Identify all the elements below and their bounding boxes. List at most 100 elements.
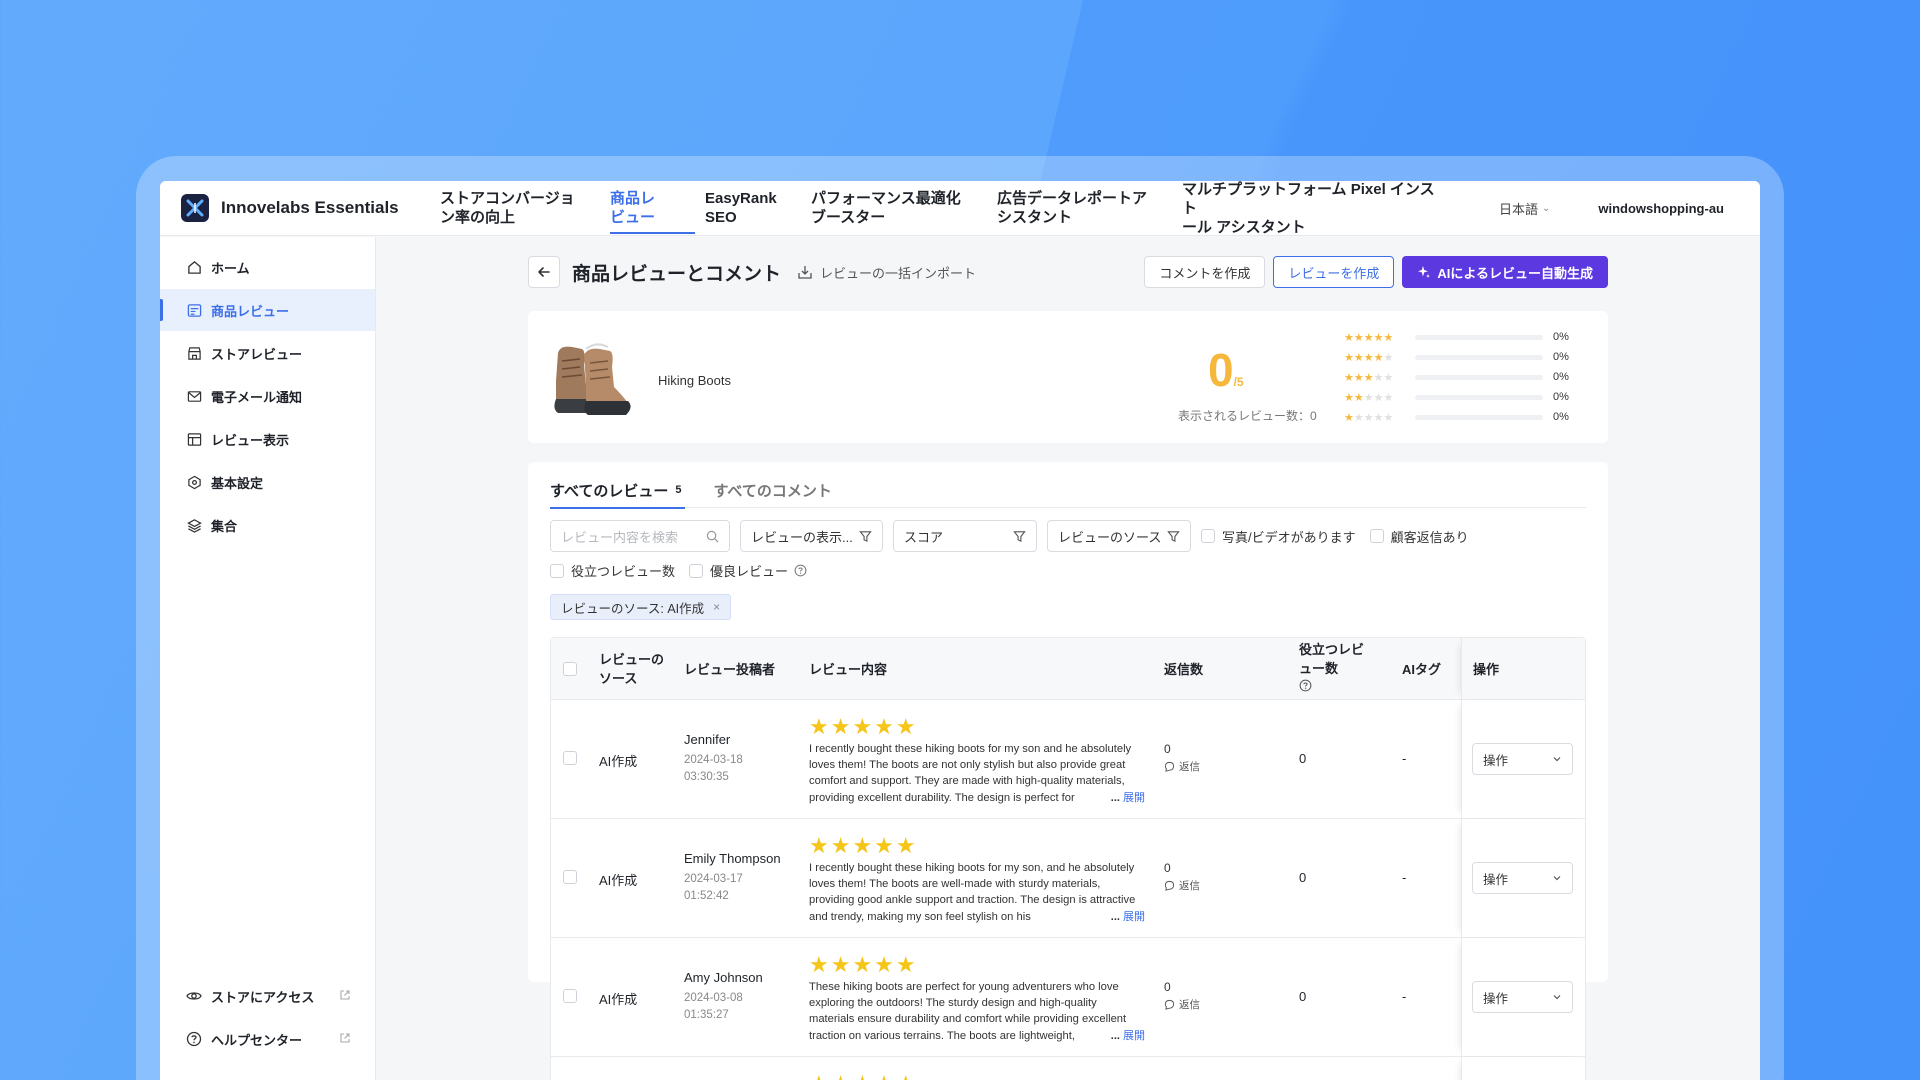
sidebar: ホーム 商品レビュー ストアレビュー 電子メール通知 レビュー表示 基本設定 集… xyxy=(160,237,376,1080)
star-rating-icon: ★★★★★ xyxy=(809,714,918,739)
ops-dropdown[interactable]: 操作 xyxy=(1472,862,1573,894)
filter-icon xyxy=(859,530,872,542)
rating-row-4: ★★★★★ 0% xyxy=(1344,347,1574,367)
tab-all-reviews[interactable]: すべてのレビュー 5 xyxy=(550,472,686,509)
help-icon[interactable] xyxy=(1299,679,1312,692)
back-button[interactable] xyxy=(528,256,560,288)
nav-item-product-reviews[interactable]: 商品レ ビュー xyxy=(600,181,695,236)
source-filter[interactable]: レビューのソース xyxy=(1047,520,1191,552)
table-row: AI作成 Jennifer 2024-03-18 03:30:35 ★★★★★ … xyxy=(551,700,1585,819)
expand-link[interactable]: ... 展開 xyxy=(1104,908,1145,925)
sidebar-item-review-display[interactable]: レビュー表示 xyxy=(160,418,375,460)
score-denominator: /5 xyxy=(1233,375,1244,389)
nav-label-line1: 広告データレポートア xyxy=(997,190,1148,207)
sidebar-item-home[interactable]: ホーム xyxy=(160,246,375,288)
nav-item-ad-report[interactable]: 広告データレポートア シスタント xyxy=(987,181,1172,236)
row-checkbox[interactable] xyxy=(563,989,577,1003)
select-all-checkbox[interactable] xyxy=(563,662,577,676)
row-checkbox[interactable] xyxy=(563,751,577,765)
tab-label: すべてのレビュー xyxy=(550,482,669,500)
checkbox-label: 顧客返信あり xyxy=(1390,529,1469,545)
create-review-button[interactable]: レビューを作成 xyxy=(1273,256,1395,288)
bulk-import-link[interactable]: レビューの一括インポート xyxy=(797,263,976,282)
row-author-cell: Jennifer 2024-03-18 03:30:35 xyxy=(684,732,743,786)
ops-dropdown[interactable]: 操作 xyxy=(1472,981,1573,1013)
sidebar-item-settings[interactable]: 基本設定 xyxy=(160,461,375,503)
rating-bar xyxy=(1415,394,1543,400)
expand-label: 展開 xyxy=(1123,910,1145,923)
external-link-icon xyxy=(339,1032,351,1047)
product-summary-card: Hiking Boots 0/5 表示されるレビュー数：0 ★★★★★ 0% ★… xyxy=(528,311,1608,443)
row-checkbox[interactable] xyxy=(563,870,577,884)
reply-link[interactable]: 返信 xyxy=(1164,759,1200,774)
review-text: These hiking boots are perfect for young… xyxy=(809,979,1145,1044)
photo-video-checkbox[interactable]: 写真/ビデオがあります xyxy=(1201,527,1356,546)
product-name: Hiking Boots xyxy=(658,373,731,388)
sidebar-item-label: 電子メール通知 xyxy=(211,389,303,405)
score-filter[interactable]: スコア xyxy=(893,520,1037,552)
review-date-time: 01:52:42 xyxy=(684,890,729,902)
language-label: 日本語 xyxy=(1498,202,1538,217)
checkbox-label: 役立つレビュー数 xyxy=(571,564,676,579)
filter-icon xyxy=(1013,530,1026,542)
brand[interactable]: Innovelabs Essentials xyxy=(160,194,430,222)
tab-all-comments[interactable]: すべてのコメント xyxy=(713,472,831,508)
header-ai-tag: AIタグ xyxy=(1402,662,1442,677)
nav-label-line1: 商品レ xyxy=(610,190,656,207)
rating-bar xyxy=(1415,414,1543,420)
language-select[interactable]: 日本語 ⌄ xyxy=(1499,199,1550,218)
sidebar-item-help-center[interactable]: ヘルプセンター xyxy=(160,1018,375,1060)
row-ops-cell: 操作 xyxy=(1461,700,1585,818)
row-ai-tag: - xyxy=(1402,751,1407,766)
sidebar-item-email[interactable]: 電子メール通知 xyxy=(160,375,375,417)
nav-item-pixel[interactable]: マルチプラットフォーム Pixel インスト ール アシスタント xyxy=(1172,181,1452,236)
reply-link[interactable]: 返信 xyxy=(1164,997,1200,1012)
row-helpful: 0 xyxy=(1299,989,1307,1004)
excellent-checkbox[interactable]: 優良レビュー xyxy=(689,561,807,580)
close-icon[interactable]: × xyxy=(713,600,720,614)
sparkle-icon xyxy=(1418,266,1431,278)
create-comment-button[interactable]: コメントを作成 xyxy=(1144,256,1266,288)
sidebar-item-label: ヘルプセンター xyxy=(211,1032,303,1048)
header-replies: 返信数 xyxy=(1164,662,1204,677)
customer-reply-checkbox[interactable]: 顧客返信あり xyxy=(1369,527,1469,546)
header-author: レビュー投稿者 xyxy=(684,662,776,677)
helpful-checkbox[interactable]: 役立つレビュー数 xyxy=(550,561,675,580)
nav-label-line2: SEO xyxy=(705,209,737,226)
header-helpful: 役立つレビ ュー数 xyxy=(1299,640,1364,697)
checkbox[interactable] xyxy=(550,563,564,578)
search-input[interactable]: レビュー内容を検索 xyxy=(550,520,730,552)
expand-link[interactable]: ... 展開 xyxy=(1104,789,1145,806)
sidebar-item-label: ホーム xyxy=(211,260,250,276)
sidebar-item-product-reviews[interactable]: 商品レビュー xyxy=(160,289,375,331)
nav-item-conversion[interactable]: ストアコンバージョ ン率の向上 xyxy=(430,181,600,236)
expand-dots: ... xyxy=(1110,791,1120,804)
chevron-down-icon: ⌄ xyxy=(1541,203,1551,214)
sidebar-item-store-reviews[interactable]: ストアレビュー xyxy=(160,332,375,374)
checkbox[interactable] xyxy=(1201,529,1215,543)
help-icon xyxy=(186,1031,202,1047)
nav-item-performance[interactable]: パフォーマンス最適化 ブースター xyxy=(801,181,987,236)
rating-bar xyxy=(1415,374,1543,380)
display-filter[interactable]: レビューの表示... xyxy=(740,520,883,552)
checkbox[interactable] xyxy=(689,563,704,578)
ai-generate-button[interactable]: AIによるレビュー自動生成 xyxy=(1402,256,1608,288)
ops-label: 操作 xyxy=(1483,753,1509,768)
source-filter-label: レビューのソース xyxy=(1058,529,1162,545)
external-link-icon xyxy=(339,989,351,1004)
expand-link[interactable]: ... 展開 xyxy=(1104,1027,1145,1044)
nav-label-line2: シスタント xyxy=(997,209,1073,226)
reply-link[interactable]: 返信 xyxy=(1164,878,1200,893)
nav-item-easyrank-seo[interactable]: EasyRank SEO xyxy=(695,181,801,236)
checkbox[interactable] xyxy=(1369,529,1384,543)
rating-row-1: ★★★★★ 0% xyxy=(1344,407,1574,427)
help-icon[interactable] xyxy=(794,564,807,577)
shop-name[interactable]: windowshopping-au xyxy=(1598,201,1724,216)
ops-dropdown[interactable]: 操作 xyxy=(1472,743,1573,775)
average-score: 0/5 xyxy=(1208,343,1244,397)
rating-row-5: ★★★★★ 0% xyxy=(1344,327,1574,347)
review-text-content: These hiking boots are perfect for young… xyxy=(809,981,1127,1042)
sidebar-item-visit-store[interactable]: ストアにアクセス xyxy=(160,975,375,1017)
sidebar-item-collection[interactable]: 集合 xyxy=(160,504,375,546)
comment-icon xyxy=(1164,761,1175,772)
